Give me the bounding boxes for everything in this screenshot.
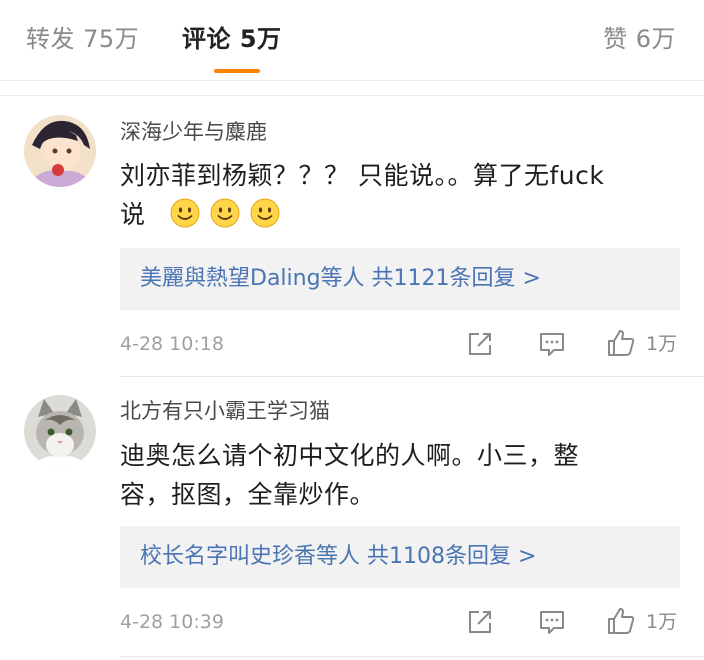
smile-emoji-icon bbox=[170, 198, 200, 228]
comment-time: 4-28 10:39 bbox=[120, 611, 224, 633]
comment-text: 刘亦菲到杨颖？？？ 只能说。。算了无fuck 说 bbox=[120, 156, 680, 234]
avatar[interactable] bbox=[24, 395, 96, 467]
comment-username[interactable]: 深海少年与麋鹿 bbox=[120, 118, 267, 146]
comment-text-line: 迪奥怎么请个初中文化的人啊。小三，整 bbox=[120, 441, 580, 470]
tab-repost[interactable]: 转发 75万 bbox=[26, 22, 139, 56]
avatar[interactable] bbox=[24, 115, 96, 187]
reply-summary[interactable]: 校长名字叫史珍香等人 共1108条回复 > bbox=[120, 526, 680, 588]
smile-emoji-icon bbox=[210, 198, 240, 228]
reply-summary[interactable]: 美麗與熱望Daling等人 共1121条回复 > bbox=[120, 248, 680, 310]
comment-text-line: 说 bbox=[120, 200, 146, 229]
reply-summary-text[interactable]: 校长名字叫史珍香等人 共1108条回复 > bbox=[140, 542, 536, 572]
tab-comments[interactable]: 评论 5万 bbox=[182, 22, 282, 56]
reply-icon[interactable] bbox=[538, 608, 566, 636]
divider bbox=[120, 376, 704, 377]
divider bbox=[0, 95, 704, 96]
share-icon[interactable] bbox=[466, 330, 494, 358]
comment-text-line-2: 说 bbox=[120, 195, 680, 234]
comment-username[interactable]: 北方有只小霸王学习猫 bbox=[120, 397, 330, 425]
comment-text-line: 刘亦菲到杨颖？？？ 只能说。。算了无fuck bbox=[120, 161, 605, 190]
tab-likes[interactable]: 赞 6万 bbox=[603, 22, 676, 56]
like-count: 1万 bbox=[646, 611, 678, 633]
reply-summary-text[interactable]: 美麗與熱望Daling等人 共1121条回复 > bbox=[140, 264, 541, 294]
comment-tabs: 转发 75万 评论 5万 赞 6万 bbox=[0, 0, 704, 81]
active-tab-indicator bbox=[214, 69, 260, 73]
divider bbox=[120, 656, 704, 657]
comment-text-line: 容，抠图，全靠炒作。 bbox=[120, 480, 376, 509]
comment-text: 迪奥怎么请个初中文化的人啊。小三，整 容，抠图，全靠炒作。 bbox=[120, 436, 680, 514]
thumbs-up-icon[interactable] bbox=[606, 606, 636, 636]
comment-time: 4-28 10:18 bbox=[120, 333, 224, 355]
smile-emoji-icon bbox=[250, 198, 280, 228]
like-count: 1万 bbox=[646, 333, 678, 355]
thumbs-up-icon[interactable] bbox=[606, 328, 636, 358]
reply-icon[interactable] bbox=[538, 330, 566, 358]
share-icon[interactable] bbox=[466, 608, 494, 636]
